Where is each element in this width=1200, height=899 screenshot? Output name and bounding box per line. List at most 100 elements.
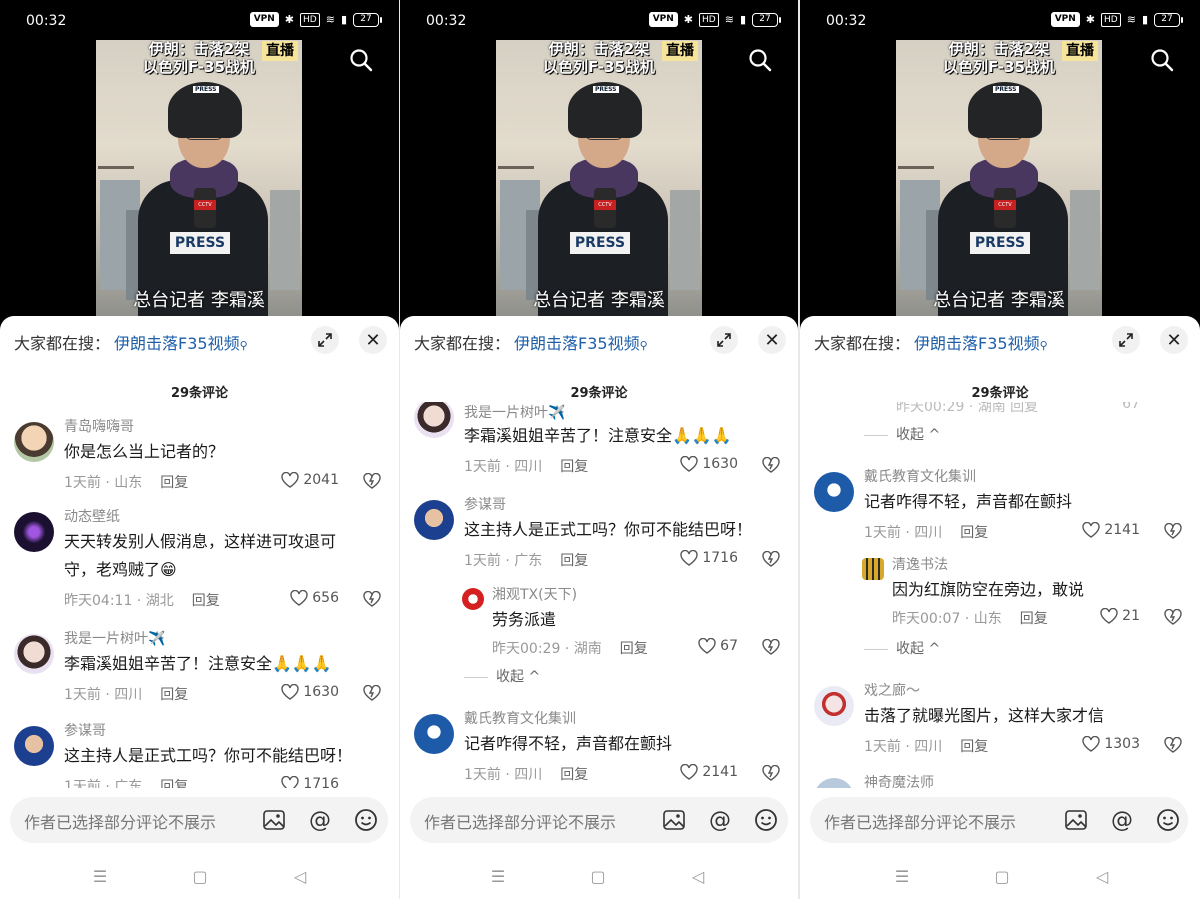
dislike-icon[interactable] — [363, 591, 381, 607]
dislike-icon[interactable] — [762, 765, 780, 781]
search-icon[interactable] — [349, 48, 373, 72]
avatar[interactable] — [814, 472, 854, 512]
comment-author[interactable]: 参谋哥 — [464, 494, 506, 514]
reply-button[interactable]: 回复 — [192, 593, 220, 609]
dislike-icon[interactable] — [1164, 737, 1182, 753]
video-area[interactable]: 00:32 VPN ✱ HD ≋ ▮ 27 PRESS PRESS CCTV 伊… — [800, 0, 1200, 330]
collapse-replies-button[interactable]: 收起 ^ — [864, 424, 940, 444]
home-icon[interactable]: ▢ — [190, 866, 210, 886]
menu-icon[interactable]: ☰ — [90, 866, 110, 886]
video-frame[interactable]: PRESS PRESS CCTV 伊朗：击落2架 以色列F-35战机 直播 总台… — [96, 40, 302, 318]
comment-author[interactable]: 湘观TX(天下) — [492, 584, 577, 604]
image-button[interactable] — [260, 806, 288, 834]
hot-search-link[interactable]: 伊朗击落F35视频 — [514, 334, 640, 353]
back-icon[interactable]: ◁ — [688, 866, 708, 886]
reply-button[interactable]: 回复 — [160, 779, 188, 788]
dislike-icon[interactable] — [762, 551, 780, 567]
like-button[interactable]: 1630 — [281, 684, 339, 700]
comment-author[interactable]: 动态壁纸 — [64, 506, 120, 526]
like-button[interactable]: 2041 — [281, 472, 339, 488]
expand-button[interactable] — [311, 326, 339, 354]
avatar[interactable] — [414, 402, 454, 438]
menu-icon[interactable]: ☰ — [488, 866, 508, 886]
like-button[interactable]: 67 — [698, 638, 738, 654]
like-button[interactable]: 2141 — [1082, 522, 1140, 538]
reply-button[interactable]: 回复 — [1020, 611, 1048, 627]
dislike-icon[interactable] — [363, 473, 381, 489]
avatar[interactable] — [814, 778, 854, 788]
comment-list[interactable]: 我是一片树叶✈️ 李霜溪姐姐辛苦了！注意安全🙏🙏🙏 1天前 · 四川 回复 163… — [400, 402, 798, 788]
avatar[interactable] — [14, 422, 54, 462]
avatar[interactable] — [414, 714, 454, 754]
reply-button[interactable]: 回复 — [160, 475, 188, 491]
collapse-replies-button[interactable]: 收起 ^ — [464, 666, 540, 686]
collapse-replies-button[interactable]: 收起 ^ — [864, 638, 940, 658]
comment-input[interactable]: 作者已选择部分评论不展示 @ — [810, 797, 1188, 843]
emoji-button[interactable] — [1154, 806, 1182, 834]
avatar[interactable] — [14, 634, 54, 674]
like-button[interactable]: 1630 — [680, 456, 738, 472]
image-button[interactable] — [660, 806, 688, 834]
expand-button[interactable] — [1112, 326, 1140, 354]
at-button[interactable]: @ — [1108, 806, 1136, 834]
comment-author[interactable]: 清逸书法 — [892, 554, 948, 574]
reply-button[interactable]: 回复 — [560, 767, 588, 783]
avatar[interactable] — [414, 500, 454, 540]
avatar[interactable] — [462, 588, 484, 610]
avatar[interactable] — [814, 686, 854, 726]
avatar[interactable] — [14, 512, 54, 552]
avatar[interactable] — [14, 726, 54, 766]
back-icon[interactable]: ◁ — [290, 866, 310, 886]
comment-author[interactable]: 戏之廊～ — [864, 680, 920, 700]
emoji-button[interactable] — [752, 806, 780, 834]
emoji-button[interactable] — [352, 806, 380, 834]
comment-author[interactable]: 参谋哥 — [64, 720, 106, 740]
search-icon[interactable] — [1150, 48, 1174, 72]
dislike-icon[interactable] — [363, 685, 381, 701]
video-area[interactable]: 00:32 VPN ✱ HD ≋ ▮ 27 PRESS PRESS CCTV 伊… — [0, 0, 399, 330]
avatar[interactable] — [862, 558, 884, 580]
like-button[interactable]: 656 — [290, 590, 339, 606]
comment-author[interactable]: 我是一片树叶✈️ — [464, 402, 565, 422]
reply-button[interactable]: 回复 — [620, 641, 648, 657]
like-button[interactable]: 1716 — [680, 550, 738, 566]
comment-input[interactable]: 作者已选择部分评论不展示 @ — [10, 797, 388, 843]
comment-list[interactable]: 昨天00:29 · 湖南 回复 67 收起 ^ 戴氏教育文化集训 记者咋得不轻，… — [800, 402, 1200, 788]
like-button[interactable]: 1716 — [281, 776, 339, 788]
hot-search-link[interactable]: 伊朗击落F35视频 — [114, 334, 240, 353]
reply-button[interactable]: 回复 — [160, 687, 188, 703]
comment-input[interactable]: 作者已选择部分评论不展示 @ — [410, 797, 788, 843]
image-button[interactable] — [1062, 806, 1090, 834]
hot-search-link[interactable]: 伊朗击落F35视频 — [914, 334, 1040, 353]
comment-author[interactable]: 青岛嗨嗨哥 — [64, 416, 134, 436]
dislike-icon[interactable] — [1164, 523, 1182, 539]
dislike-icon[interactable] — [762, 457, 780, 473]
reply-button[interactable]: 回复 — [960, 525, 988, 541]
comment-author[interactable]: 戴氏教育文化集训 — [864, 466, 976, 486]
reply-button[interactable]: 回复 — [560, 459, 588, 475]
close-button[interactable]: ✕ — [359, 326, 387, 354]
home-icon[interactable]: ▢ — [588, 866, 608, 886]
at-button[interactable]: @ — [706, 806, 734, 834]
close-button[interactable]: ✕ — [1160, 326, 1188, 354]
menu-icon[interactable]: ☰ — [892, 866, 912, 886]
close-button[interactable]: ✕ — [758, 326, 786, 354]
comment-author[interactable]: 戴氏教育文化集训 — [464, 708, 576, 728]
comment-author[interactable]: 我是一片树叶✈️ — [64, 628, 165, 648]
reply-button[interactable]: 回复 — [560, 553, 588, 569]
video-frame[interactable]: PRESS PRESS CCTV 伊朗：击落2架 以色列F-35战机 直播 总台… — [896, 40, 1102, 318]
like-button[interactable]: 2141 — [680, 764, 738, 780]
video-area[interactable]: 00:32 VPN ✱ HD ≋ ▮ 27 PRESS PRESS CCTV 伊… — [400, 0, 798, 330]
comment-author[interactable]: 神奇魔法师 — [864, 772, 934, 788]
like-button[interactable]: 21 — [1100, 608, 1140, 624]
dislike-icon[interactable] — [1164, 609, 1182, 625]
back-icon[interactable]: ◁ — [1092, 866, 1112, 886]
at-button[interactable]: @ — [306, 806, 334, 834]
reply-button[interactable]: 回复 — [960, 739, 988, 755]
video-frame[interactable]: PRESS PRESS CCTV 伊朗：击落2架 以色列F-35战机 直播 总台… — [496, 40, 702, 318]
comment-list[interactable]: 青岛嗨嗨哥 你是怎么当上记者的？ 1天前 · 山东 回复 2041 动态壁纸 天天… — [0, 402, 399, 788]
search-icon[interactable] — [748, 48, 772, 72]
home-icon[interactable]: ▢ — [992, 866, 1012, 886]
dislike-icon[interactable] — [762, 639, 780, 655]
expand-button[interactable] — [710, 326, 738, 354]
